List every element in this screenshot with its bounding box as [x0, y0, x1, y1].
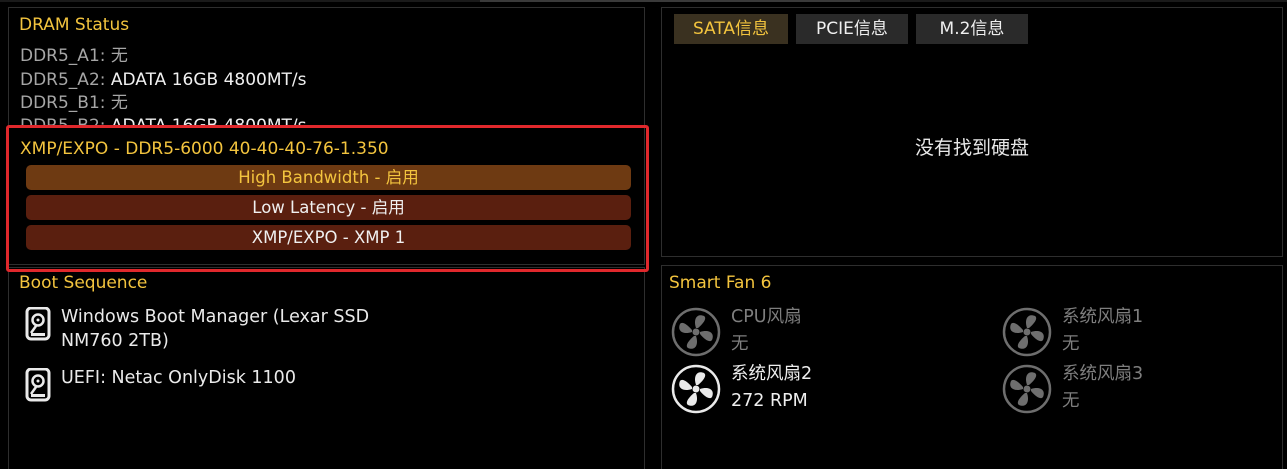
high-bandwidth-button[interactable]: High Bandwidth - 启用: [26, 165, 631, 190]
tab-sata-info[interactable]: SATA信息: [674, 14, 788, 44]
fan-name: CPU风扇: [731, 307, 802, 327]
dram-slot-b1: DDR5_B1: 无: [20, 92, 128, 114]
boot-sequence-title: Boot Sequence: [19, 273, 148, 293]
dram-slot-b2: DDR5_B2: ADATA 16GB 4800MT/s: [20, 115, 307, 128]
low-latency-button[interactable]: Low Latency - 启用: [26, 195, 631, 220]
dram-slot-value: ADATA 16GB 4800MT/s: [105, 116, 307, 128]
boot-item-label: UEFI: Netac OnlyDisk 1100: [61, 368, 296, 388]
storage-info-panel: SATA信息 PCIE信息 M.2信息 没有找到硬盘: [661, 7, 1283, 257]
drive-icon: [25, 307, 51, 341]
fan-value: 无: [1062, 334, 1080, 354]
fan-value: 无: [1062, 391, 1080, 411]
fan-value: 无: [731, 334, 749, 354]
dram-slot-a2: DDR5_A2: ADATA 16GB 4800MT/s: [20, 69, 307, 91]
fan-name: 系统风扇3: [1062, 364, 1144, 384]
dram-slot-label: DDR5_B2:: [20, 116, 106, 128]
smart-fan-title: Smart Fan 6: [669, 273, 772, 293]
fan-icon: [1002, 364, 1052, 414]
dram-slot-value: 无: [105, 93, 128, 113]
dram-slot-value: 无: [105, 46, 128, 66]
fan-icon: [671, 364, 721, 414]
dram-slot-a1: DDR5_A1: 无: [20, 45, 128, 67]
fan-value: 272 RPM: [731, 391, 808, 411]
dram-slot-value: ADATA 16GB 4800MT/s: [105, 70, 307, 90]
tab-m2-info[interactable]: M.2信息: [916, 14, 1028, 44]
dram-slot-label: DDR5_B1:: [20, 93, 106, 113]
no-disk-message: 没有找到硬盘: [914, 137, 1029, 159]
smart-fan-panel: Smart Fan 6 CPU风扇 无 系统风扇1 无 系统风扇2 272 RP…: [661, 265, 1283, 469]
dram-status-title: DRAM Status: [19, 15, 130, 35]
dram-status-panel: DRAM Status DDR5_A1: 无 DDR5_A2: ADATA 16…: [8, 7, 645, 265]
top-divider: [0, 0, 1287, 2]
xmp-profile-summary: XMP/EXPO - DDR5-6000 40-40-40-76-1.350: [20, 139, 389, 159]
drive-icon: [25, 368, 51, 402]
dram-slot-label: DDR5_A2:: [20, 70, 106, 90]
boot-sequence-panel: Boot Sequence Windows Boot Manager (Lexa…: [8, 267, 645, 469]
xmp-expo-button[interactable]: XMP/EXPO - XMP 1: [26, 225, 631, 250]
boot-item-label: Windows Boot Manager (Lexar SSD NM760 2T…: [61, 307, 370, 351]
fan-icon: [671, 307, 721, 357]
fan-icon: [1002, 307, 1052, 357]
tab-pcie-info[interactable]: PCIE信息: [796, 14, 908, 44]
dram-slot-label: DDR5_A1:: [20, 46, 106, 66]
fan-name: 系统风扇1: [1062, 307, 1144, 327]
fan-name: 系统风扇2: [731, 364, 813, 384]
